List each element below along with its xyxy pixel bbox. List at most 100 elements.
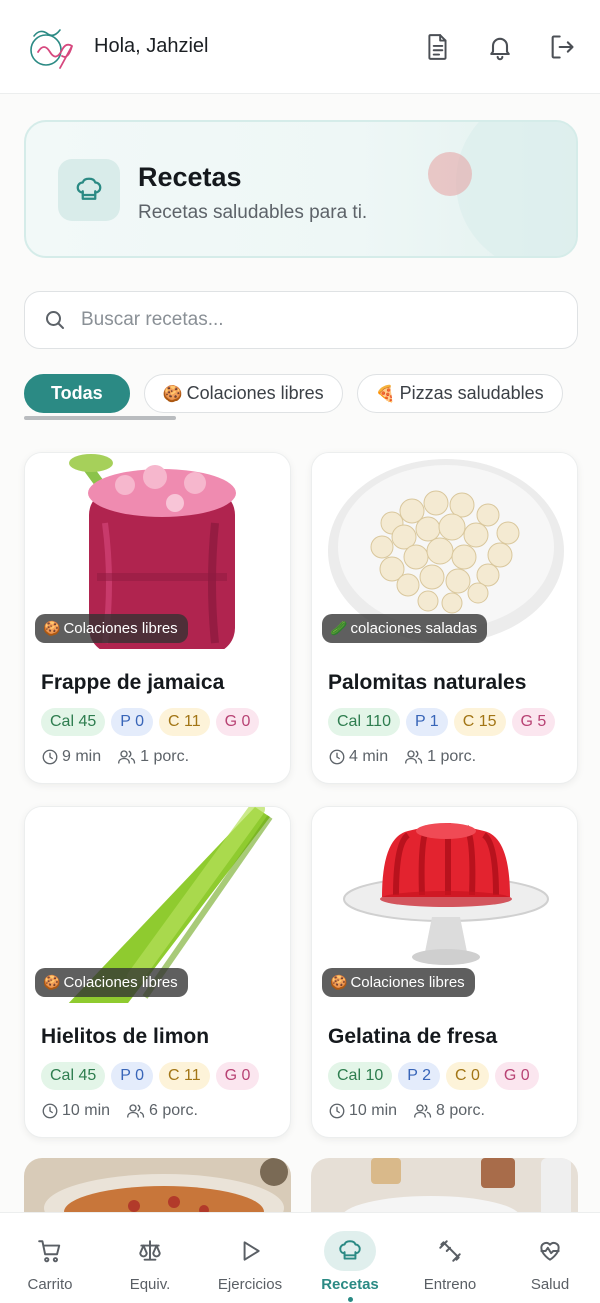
prep-time: 10 min — [349, 1102, 398, 1119]
chef-hat-icon — [339, 1240, 361, 1260]
bottom-navigation: Carrito Equiv. Ejercicios Recetas Entren… — [0, 1212, 600, 1303]
protein-pill: P 0 — [111, 708, 153, 736]
carbs-pill: C 11 — [158, 708, 210, 736]
decorative-apple — [428, 152, 472, 196]
fat-pill: G 5 — [511, 708, 556, 736]
recipe-meta: 10 min 8 porc. — [328, 1102, 485, 1120]
dumbbell-icon — [439, 1240, 461, 1262]
pizza-icon: 🍕 — [375, 385, 396, 403]
prep-time: 10 min — [62, 1102, 111, 1119]
heart-pulse-icon — [540, 1241, 560, 1261]
users-icon — [127, 1104, 145, 1118]
clock-icon — [329, 749, 345, 765]
recipe-title: Gelatina de fresa — [328, 1025, 498, 1048]
prep-time: 4 min — [349, 748, 389, 765]
search-icon — [46, 311, 64, 329]
nav-item-carrito[interactable]: Carrito — [2, 1231, 98, 1293]
recipe-card-partial[interactable] — [311, 1158, 578, 1218]
recipe-title: Frappe de jamaica — [41, 671, 225, 694]
search-bar[interactable] — [24, 291, 578, 349]
nav-item-salud[interactable]: Salud — [502, 1231, 598, 1293]
protein-pill: P 1 — [405, 708, 448, 736]
clock-icon — [329, 1103, 345, 1119]
macros-row: Cal 110 P 1 C 15 G 5 — [328, 708, 556, 736]
nav-label: Equiv. — [129, 1276, 171, 1293]
recipe-image — [24, 1158, 291, 1218]
hero-banner: Recetas Recetas saludables para ti. — [24, 120, 578, 258]
nav-label: Entreno — [423, 1276, 477, 1293]
document-icon[interactable] — [424, 33, 452, 61]
recipe-meta: 4 min 1 porc. — [328, 748, 476, 766]
chef-hat-icon — [58, 159, 120, 221]
cookie-icon: 🍪 — [43, 974, 61, 990]
carbs-pill: C 15 — [453, 708, 506, 736]
bell-icon[interactable] — [486, 33, 514, 61]
prep-time: 9 min — [62, 748, 102, 765]
nav-item-entreno[interactable]: Entreno — [402, 1231, 498, 1293]
search-input[interactable] — [81, 309, 541, 331]
filter-chip-colaciones-libres[interactable]: 🍪 Colaciones libres — [143, 374, 343, 413]
play-icon — [243, 1241, 260, 1261]
filter-chip-todas[interactable]: Todas — [24, 374, 130, 413]
brand-logo — [30, 28, 73, 69]
decorative-bubble — [456, 122, 576, 256]
nav-item-recetas[interactable]: Recetas — [302, 1231, 398, 1302]
macros-row: Cal 45 P 0 C 11 G 0 — [41, 708, 260, 736]
filter-chip-label: Todas — [51, 383, 103, 403]
fat-pill: G 0 — [494, 1062, 539, 1090]
cookie-icon: 🍪 — [162, 385, 183, 403]
page-title: Recetas — [138, 162, 242, 192]
chips-scroll-indicator[interactable] — [24, 416, 176, 420]
logout-icon[interactable] — [548, 33, 576, 61]
recipe-card-hielitos-de-limon[interactable]: 🍪 Colaciones libres Hielitos de limon Ca… — [24, 806, 291, 1138]
filter-chip-pizzas-saludables[interactable]: 🍕 Pizzas saludables — [356, 374, 563, 413]
filter-chip-label: Colaciones libres — [186, 383, 324, 403]
cart-icon — [38, 1240, 61, 1263]
protein-pill: P 0 — [111, 1062, 153, 1090]
portions: 6 porc. — [149, 1102, 198, 1119]
recipe-card-frappe-de-jamaica[interactable]: 🍪 Colaciones libres Frappe de jamaica Ca… — [24, 452, 291, 784]
recipe-title: Palomitas naturales — [328, 671, 527, 694]
recipe-card-gelatina-de-fresa[interactable]: 🍪 Colaciones libres Gelatina de fresa Ca… — [311, 806, 578, 1138]
nav-label: Carrito — [27, 1276, 73, 1293]
portions: 8 porc. — [436, 1102, 485, 1119]
greeting-text: Hola, Jahziel — [94, 35, 209, 57]
clock-icon — [42, 1103, 58, 1119]
nav-item-equiv[interactable]: Equiv. — [102, 1231, 198, 1293]
category-badge: 🍪 Colaciones libres — [35, 968, 188, 997]
filter-chips: Todas 🍪 Colaciones libres 🍕 Pizzas salud… — [24, 374, 600, 414]
recipe-image — [311, 1158, 578, 1218]
nav-item-ejercicios[interactable]: Ejercicios — [202, 1231, 298, 1293]
app-header: Hola, Jahziel — [0, 0, 600, 94]
portions: 1 porc. — [427, 748, 477, 765]
fat-pill: G 0 — [215, 1062, 260, 1090]
recipe-title: Hielitos de limon — [41, 1025, 210, 1048]
portions: 1 porc. — [140, 748, 190, 765]
category-badge: 🍪 Colaciones libres — [322, 968, 475, 997]
protein-pill: P 2 — [398, 1062, 440, 1090]
users-icon — [118, 750, 136, 764]
scale-icon — [139, 1240, 161, 1261]
cucumber-icon: 🥒 — [330, 620, 348, 636]
filter-chip-label: Pizzas saludables — [399, 383, 544, 403]
recipe-card-palomitas-naturales[interactable]: 🥒 colaciones saladas Palomitas naturales… — [311, 452, 578, 784]
cookie-icon: 🍪 — [330, 974, 348, 990]
macros-row: Cal 10 P 2 C 0 G 0 — [328, 1062, 539, 1090]
recipe-meta: 10 min 6 porc. — [41, 1102, 198, 1120]
fat-pill: G 0 — [215, 708, 260, 736]
active-indicator — [347, 1297, 353, 1302]
recipe-card-partial[interactable] — [24, 1158, 291, 1218]
page-subtitle: Recetas saludables para ti. — [138, 202, 368, 223]
nav-label: Salud — [530, 1276, 570, 1293]
carbs-pill: C 11 — [158, 1062, 210, 1090]
nav-label: Recetas — [321, 1276, 379, 1293]
nav-label: Ejercicios — [217, 1276, 283, 1293]
users-icon — [405, 750, 423, 764]
carbs-pill: C 0 — [445, 1062, 489, 1090]
calories-pill: Cal 45 — [41, 1062, 106, 1090]
category-badge: 🍪 Colaciones libres — [35, 614, 188, 643]
recipe-meta: 9 min 1 porc. — [41, 748, 189, 766]
calories-pill: Cal 110 — [328, 708, 400, 736]
calories-pill: Cal 45 — [41, 708, 106, 736]
users-icon — [414, 1104, 432, 1118]
